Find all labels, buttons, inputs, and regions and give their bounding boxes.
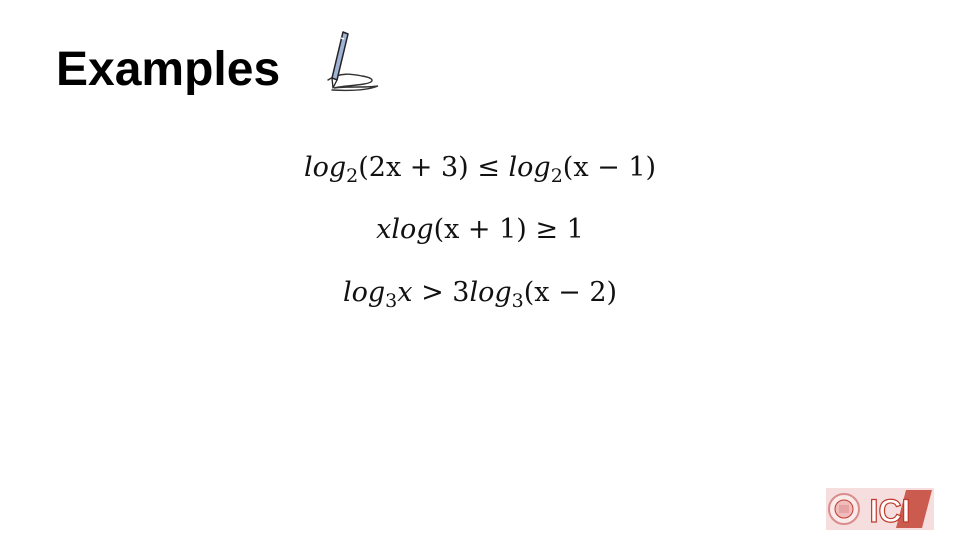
ici-logo: ICI: [826, 488, 934, 530]
rhs-value: 1: [566, 214, 584, 245]
pen-writing-icon: [327, 31, 379, 92]
inequality-2: xlog(x + 1) ≥ 1: [0, 212, 960, 248]
relation-operator: >: [421, 277, 444, 308]
log-fn: log: [508, 152, 551, 183]
log-fn: log: [342, 277, 386, 308]
log-base: 2: [346, 165, 359, 187]
logo-text: ICI: [870, 493, 911, 529]
lhs-expression: xlog: [376, 214, 434, 245]
slide: Examples log2(2x + 3) ≤ log2(x − 1) xlog…: [0, 0, 960, 540]
inequality-3: log3x > 3log3(x − 2): [0, 275, 960, 311]
log-base: 2: [550, 165, 563, 187]
log-fn: log: [469, 277, 512, 308]
coefficient: 3: [452, 277, 470, 308]
relation-operator: ≥: [535, 214, 559, 245]
log-base: 3: [511, 290, 524, 312]
inequality-1: log2(2x + 3) ≤ log2(x − 1): [0, 150, 960, 186]
log-argument: (x − 2): [523, 277, 618, 308]
log-base: 3: [385, 290, 398, 312]
log-argument: x: [397, 277, 413, 308]
slide-title: Examples: [56, 43, 281, 96]
log-argument: (2x + 3): [358, 152, 469, 183]
log-argument: (x − 1): [562, 152, 657, 183]
log-fn: log: [303, 152, 347, 183]
log-argument: (x + 1): [433, 214, 527, 245]
relation-operator: ≤: [477, 152, 500, 183]
